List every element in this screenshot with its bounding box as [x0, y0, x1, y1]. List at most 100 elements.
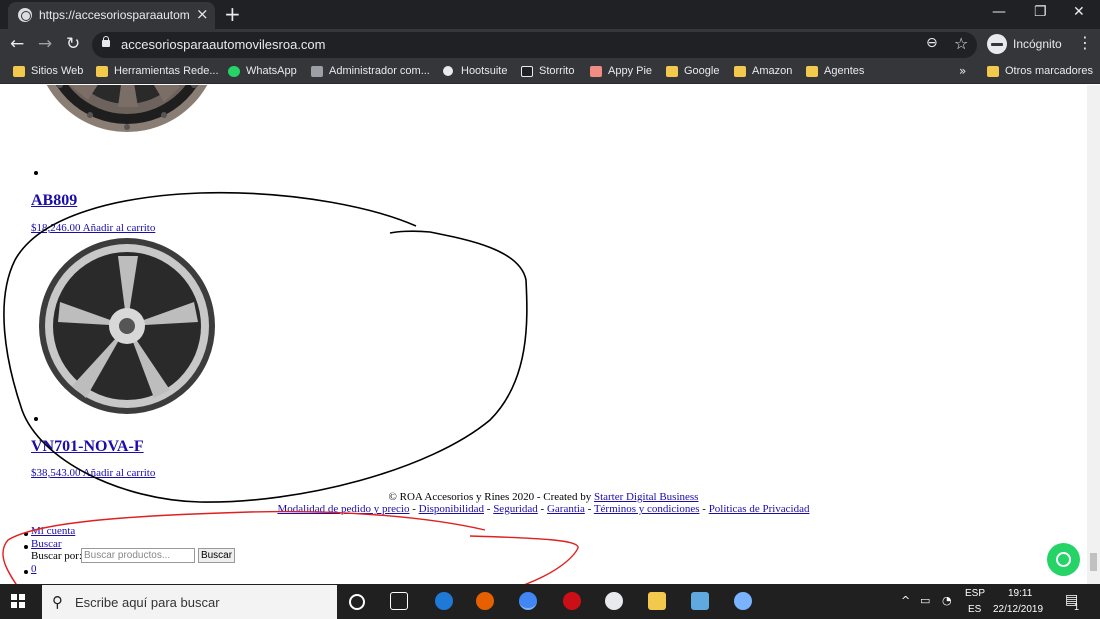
globe-icon: [18, 8, 32, 22]
copyright-text: © ROA Accesorios y Rines 2020 - Created …: [388, 491, 594, 503]
folder-icon: [987, 66, 999, 77]
separator: -: [584, 503, 594, 515]
product-title[interactable]: VN701-NOVA-F: [31, 438, 144, 456]
bookmark-label: Administrador com...: [329, 65, 430, 77]
restore-button[interactable]: ❐: [1034, 3, 1047, 21]
clock-time[interactable]: 19:11: [1008, 588, 1032, 599]
admin-icon: [311, 66, 323, 77]
bookmarks-overflow-button[interactable]: »: [959, 64, 966, 78]
reload-button[interactable]: ↻: [66, 34, 80, 54]
chrome-icon[interactable]: [519, 592, 537, 610]
product-title[interactable]: AB809: [31, 192, 77, 210]
folder-icon: [806, 66, 818, 77]
forward-button[interactable]: →: [38, 34, 52, 54]
bookmark-label: Storrito: [539, 65, 575, 77]
search-input[interactable]: [81, 548, 195, 563]
search-icon: ⚲: [52, 593, 63, 611]
taskbar-search-box[interactable]: ⚲ Escribe aquí para buscar: [42, 585, 337, 619]
taskbar-search-placeholder: Escribe aquí para buscar: [75, 595, 220, 610]
product-price-line[interactable]: $38,543.00 Añadir al carrito: [31, 467, 155, 479]
incognito-icon: [987, 34, 1007, 54]
search-link[interactable]: Buscar: [31, 538, 62, 550]
search-button[interactable]: Buscar: [198, 548, 235, 563]
add-to-cart-link[interactable]: Añadir al carrito: [83, 467, 156, 479]
footer-link-privacidad[interactable]: Politicas de Privacidad: [709, 503, 810, 515]
footer-link-terminos[interactable]: Términos y condiciones: [594, 503, 700, 515]
list-bullet: [24, 570, 28, 574]
browser-menu-icon[interactable]: ⋮: [1077, 33, 1093, 52]
cart-count-link[interactable]: 0: [31, 563, 37, 575]
footer-copyright: © ROA Accesorios y Rines 2020 - Created …: [0, 491, 1087, 503]
bookmark-label: Agentes: [824, 65, 865, 77]
bookmarks-bar: Sitios Web Herramientas Rede... WhatsApp…: [0, 61, 1100, 84]
firefox-icon[interactable]: [476, 592, 494, 610]
close-window-button[interactable]: ✕: [1073, 3, 1085, 21]
footer-link-garantia[interactable]: Garantia: [547, 503, 585, 515]
folder-icon: [734, 66, 746, 77]
footer-link-modalidad[interactable]: Modalidad de pedido y precio: [277, 503, 409, 515]
footer-link-disponibilidad[interactable]: Disponibilidad: [419, 503, 484, 515]
browser-tab[interactable]: https://accesoriosparaautomoviles ×: [8, 2, 215, 29]
lock-icon: [102, 36, 110, 47]
back-button[interactable]: ←: [10, 34, 24, 54]
windows-taskbar: ⚲ Escribe aquí para buscar ^ ▭ ◔ ESP ES …: [0, 584, 1100, 619]
paint-icon[interactable]: [734, 592, 752, 610]
windows-start-icon[interactable]: [11, 594, 25, 608]
language-indicator[interactable]: ESP: [965, 588, 985, 599]
bookmark-label: Hootsuite: [461, 65, 508, 77]
bookmark-label: Otros marcadores: [1005, 65, 1094, 77]
page-scrollbar[interactable]: [1087, 85, 1100, 584]
list-bullet: [34, 171, 38, 175]
notepad-icon[interactable]: [691, 592, 709, 610]
whatsapp-float-icon[interactable]: [1047, 543, 1080, 576]
file-explorer-icon[interactable]: [648, 592, 666, 610]
address-bar[interactable]: accesoriosparaautomovilesroa.com ⊖ ☆: [92, 32, 977, 58]
folder-icon: [666, 66, 678, 77]
folder-icon: [96, 66, 108, 77]
language-sub: ES: [968, 604, 982, 615]
bookmark-label: Appy Pie: [608, 65, 653, 77]
footer-link-seguridad[interactable]: Seguridad: [493, 503, 538, 515]
separator: -: [699, 503, 709, 515]
bookmark-label: Sitios Web: [31, 65, 84, 77]
whatsapp-icon: [228, 66, 240, 77]
tab-title: https://accesoriosparaautomoviles: [39, 8, 189, 22]
bookmark-label: Google: [684, 65, 720, 77]
product-wheel-image[interactable]: [30, 238, 224, 418]
url-text[interactable]: accesoriosparaautomovilesroa.com: [121, 37, 325, 52]
search-label: Buscar por:: [31, 550, 83, 562]
list-bullet: [24, 532, 28, 536]
browser-toolbar: ← → ↻ accesoriosparaautomovilesroa.com ⊖…: [0, 29, 1100, 61]
zoom-icon[interactable]: ⊖: [926, 35, 938, 51]
incognito-label: Incógnito: [1013, 37, 1062, 51]
folder-icon: [13, 66, 25, 77]
add-to-cart-link[interactable]: Añadir al carrito: [83, 222, 156, 234]
separator: -: [537, 503, 547, 515]
tab-close-icon[interactable]: ×: [196, 7, 209, 22]
product-wheel-image[interactable]: [30, 85, 224, 175]
edge-icon[interactable]: [435, 592, 453, 610]
scrollbar-thumb[interactable]: [1090, 553, 1097, 571]
camera-app-icon[interactable]: [605, 592, 623, 610]
my-account-link[interactable]: Mi cuenta: [31, 525, 75, 537]
separator: -: [484, 503, 494, 515]
product-price-line[interactable]: $18,246.00 Añadir al carrito: [31, 222, 155, 234]
bookmark-label: WhatsApp: [246, 65, 297, 77]
tray-overflow-icon[interactable]: ^: [901, 594, 910, 607]
task-view-icon[interactable]: [390, 592, 408, 610]
wifi-icon[interactable]: ◔: [942, 594, 952, 607]
bookmark-label: Herramientas Rede...: [114, 65, 219, 77]
web-page: AB809 $18,246.00 Añadir al carrito VN701…: [0, 85, 1087, 584]
appypie-icon: [590, 66, 602, 77]
credit-link[interactable]: Starter Digital Business: [594, 491, 699, 503]
battery-icon[interactable]: ▭: [920, 594, 930, 607]
bookmark-star-icon[interactable]: ☆: [954, 34, 968, 53]
clock-date[interactable]: 22/12/2019: [993, 604, 1043, 615]
cortana-icon[interactable]: [349, 594, 365, 610]
minimize-button[interactable]: —: [992, 3, 1006, 21]
product-price: $18,246.00: [31, 222, 81, 234]
tab-strip: https://accesoriosparaautomoviles × + — …: [0, 0, 1100, 29]
opera-icon[interactable]: [563, 592, 581, 610]
notification-count: 1: [1074, 602, 1080, 612]
new-tab-button[interactable]: +: [224, 3, 241, 25]
